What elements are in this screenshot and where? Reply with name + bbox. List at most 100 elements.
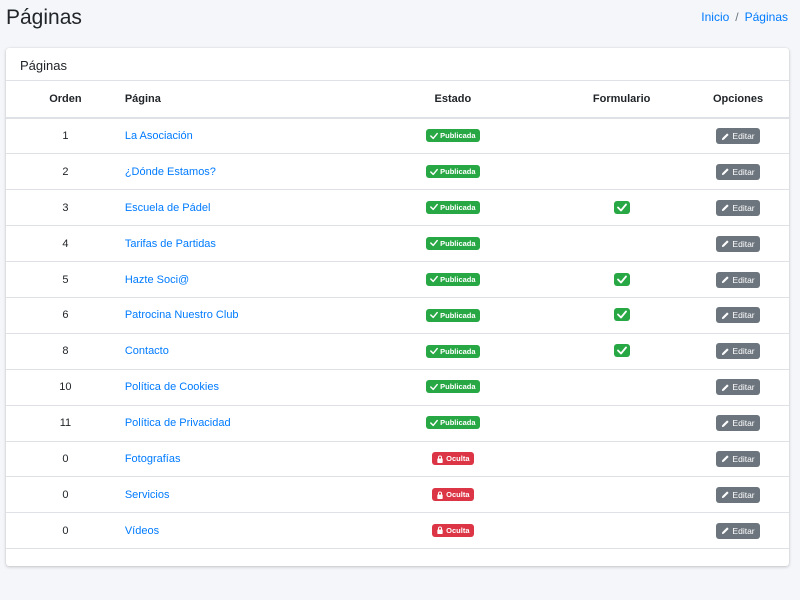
edit-button-label: Editar xyxy=(732,310,755,321)
page-title: Páginas xyxy=(6,6,82,29)
edit-button[interactable]: Editar xyxy=(716,415,760,432)
formulario-check-badge xyxy=(613,344,630,358)
row-orden: 0 xyxy=(6,512,125,550)
row-estado: Publicada xyxy=(349,153,557,191)
page-link[interactable]: Política de Cookies xyxy=(125,381,219,393)
page-link[interactable]: La Asociación xyxy=(125,130,193,142)
edit-button[interactable]: Editar xyxy=(716,379,760,396)
edit-button[interactable]: Editar xyxy=(716,128,760,145)
row-opciones: Editar xyxy=(687,333,789,370)
table-row: 4 Tarifas de Partidas Publicada Editar xyxy=(6,225,789,263)
edit-button[interactable]: Editar xyxy=(716,343,760,360)
edit-button[interactable]: Editar xyxy=(716,522,760,539)
page-link[interactable]: Vídeos xyxy=(125,525,159,537)
row-pagina: Política de Privacidad xyxy=(124,405,350,442)
row-opciones: Editar xyxy=(687,297,789,334)
row-formulario xyxy=(556,476,688,514)
table-row: 0 Servicios Oculta Editar xyxy=(6,476,789,514)
column-header-formulario[interactable]: Formulario xyxy=(556,81,688,119)
status-label: Publicada xyxy=(440,202,476,212)
pencil-icon xyxy=(722,491,730,499)
row-estado: Publicada xyxy=(349,369,557,406)
column-header-estado[interactable]: Estado xyxy=(349,81,557,119)
pencil-icon xyxy=(722,168,730,176)
pencil-icon xyxy=(722,312,730,319)
row-pagina: Patrocina Nuestro Club xyxy=(124,297,350,334)
row-orden: 0 xyxy=(6,441,125,478)
check-icon xyxy=(430,240,439,247)
table-body: 1 La Asociación Publicada Editar 2 ¿Dónde Est… xyxy=(6,118,789,550)
row-estado: Publicada xyxy=(349,225,557,263)
row-estado: Publicada xyxy=(349,333,557,370)
table-row: 2 ¿Dónde Estamos? Publicada Editar xyxy=(6,153,789,191)
check-icon xyxy=(430,132,439,140)
status-label: Publicada xyxy=(440,167,476,177)
page-link[interactable]: ¿Dónde Estamos? xyxy=(125,166,216,178)
page-link[interactable]: Tarifas de Partidas xyxy=(125,238,216,250)
edit-button[interactable]: Editar xyxy=(716,235,760,252)
row-formulario xyxy=(556,118,688,155)
row-pagina: Fotografías xyxy=(124,441,350,478)
edit-button[interactable]: Editar xyxy=(716,486,760,503)
page-link[interactable]: Patrocina Nuestro Club xyxy=(125,309,239,321)
status-label: Publicada xyxy=(440,310,476,320)
page-link[interactable]: Servicios xyxy=(125,489,170,501)
page-link[interactable]: Fotografías xyxy=(125,453,181,465)
formulario-check-badge xyxy=(613,308,630,322)
row-pagina: Política de Cookies xyxy=(124,369,350,406)
pencil-icon xyxy=(722,204,730,212)
edit-button[interactable]: Editar xyxy=(716,307,760,324)
breadcrumb-current: Páginas xyxy=(744,10,788,24)
status-label: Oculta xyxy=(446,454,470,464)
column-header-opciones: Opciones xyxy=(687,81,789,119)
edit-button-label: Editar xyxy=(732,131,755,142)
row-opciones: Editar xyxy=(687,118,789,155)
breadcrumb-home-link[interactable]: Inicio xyxy=(701,10,729,24)
row-estado: Oculta xyxy=(349,512,557,550)
status-label: Publicada xyxy=(440,346,476,356)
page-link[interactable]: Hazte Soci@ xyxy=(125,274,189,286)
edit-button[interactable]: Editar xyxy=(716,450,760,467)
pencil-icon xyxy=(722,348,730,355)
edit-button[interactable]: Editar xyxy=(716,199,760,216)
page-link[interactable]: Contacto xyxy=(125,345,169,357)
status-label: Publicada xyxy=(440,274,476,284)
row-opciones: Editar xyxy=(687,153,789,191)
row-pagina: Servicios xyxy=(124,476,350,514)
row-orden: 6 xyxy=(6,297,125,334)
card-title: Páginas xyxy=(6,48,789,81)
page-link[interactable]: Escuela de Pádel xyxy=(125,202,211,214)
status-badge-published: Publicada xyxy=(426,236,480,250)
row-opciones: Editar xyxy=(687,261,789,298)
page-link[interactable]: Política de Privacidad xyxy=(125,417,231,429)
check-icon xyxy=(616,275,627,283)
row-pagina: ¿Dónde Estamos? xyxy=(124,153,350,191)
row-pagina: Hazte Soci@ xyxy=(124,261,350,298)
row-formulario xyxy=(556,369,688,406)
column-header-pagina[interactable]: Página xyxy=(124,81,350,119)
row-estado: Publicada xyxy=(349,118,557,155)
pencil-icon xyxy=(722,419,730,427)
status-label: Publicada xyxy=(440,131,476,141)
check-icon xyxy=(430,276,439,283)
status-label: Publicada xyxy=(440,238,476,248)
edit-button-label: Editar xyxy=(732,166,755,177)
row-pagina: La Asociación xyxy=(124,118,350,155)
edit-button-label: Editar xyxy=(732,274,755,285)
edit-button-label: Editar xyxy=(732,238,755,249)
edit-button[interactable]: Editar xyxy=(716,271,760,288)
column-header-orden[interactable]: Orden xyxy=(6,81,125,119)
page-header: Páginas Inicio / Páginas xyxy=(0,0,800,40)
lock-icon xyxy=(437,455,443,463)
row-estado: Publicada xyxy=(349,405,557,442)
check-icon xyxy=(430,312,439,319)
status-badge-published: Publicada xyxy=(426,165,480,179)
pages-card: Páginas Orden Página Estado Formulario O… xyxy=(6,48,789,566)
status-badge-published: Publicada xyxy=(426,380,480,394)
pages-table: Orden Página Estado Formulario Opciones … xyxy=(6,81,789,550)
table-row: 11 Política de Privacidad Publicada Editar xyxy=(6,405,789,442)
row-orden: 5 xyxy=(6,261,125,298)
edit-button[interactable]: Editar xyxy=(716,163,760,180)
breadcrumb-separator: / xyxy=(735,10,739,24)
row-formulario xyxy=(556,153,688,191)
